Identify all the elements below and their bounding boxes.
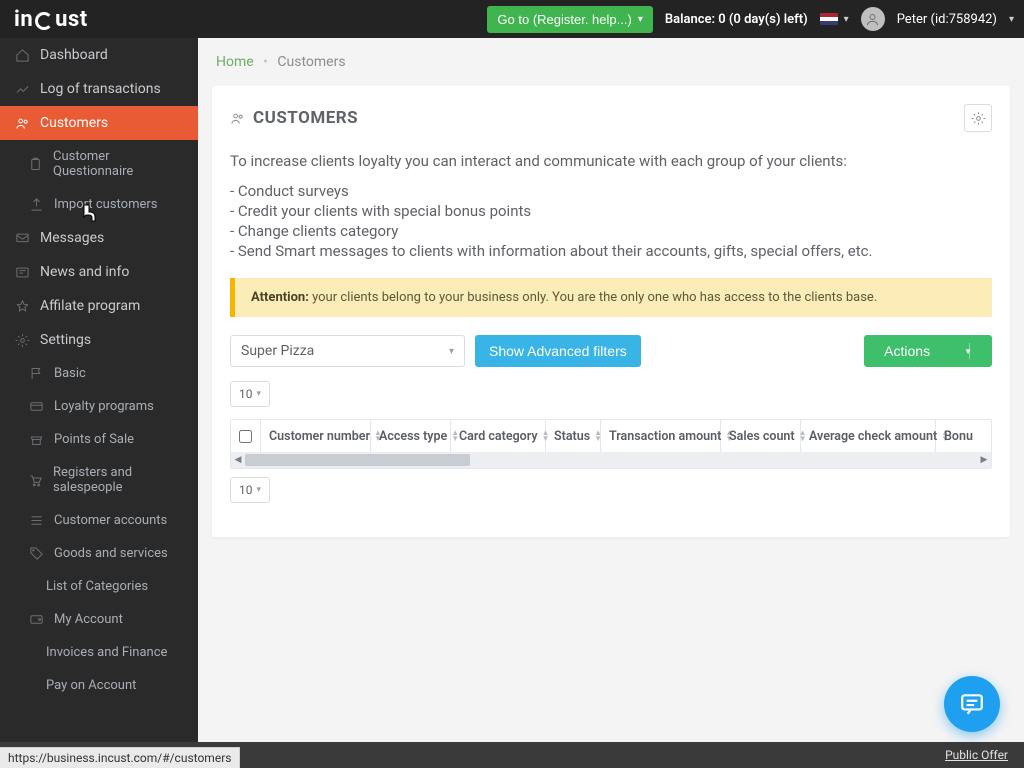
scroll-right-icon[interactable]: ▶ [977, 455, 991, 465]
wallet-icon [28, 612, 44, 627]
table-horizontal-scrollbar[interactable]: ◀ ▶ [231, 452, 991, 468]
star-icon [14, 299, 30, 314]
flag-icon [28, 366, 44, 381]
col-sales-count[interactable]: Sales count▲▼ [721, 420, 801, 452]
col-access-type[interactable]: Access type▲▼ [371, 420, 451, 452]
attention-alert: Attention: your clients belong to your b… [230, 278, 992, 317]
breadcrumb-separator: • [263, 54, 268, 70]
sidebar-item-log-transactions[interactable]: Log of transactions [0, 72, 198, 106]
page-title: CUSTOMERS [230, 108, 358, 128]
store-icon [28, 432, 44, 447]
language-flag-icon[interactable] [820, 13, 838, 25]
sidebar-item-goods-services[interactable]: Goods and services [0, 537, 198, 570]
chart-icon [14, 82, 30, 97]
news-icon [14, 265, 30, 280]
col-status[interactable]: Status▲▼ [546, 420, 601, 452]
home-icon [14, 48, 30, 63]
sidebar-item-settings[interactable]: Settings [0, 323, 198, 357]
customers-panel: CUSTOMERS To increase clients loyalty yo… [212, 86, 1010, 537]
sidebar-item-import-customers[interactable]: Import customers [0, 188, 198, 221]
intro-bullets: - Conduct surveys - Credit your clients … [230, 182, 992, 260]
public-offer-link[interactable]: Public Offer [945, 748, 1008, 762]
caret-down-icon: ▼ [964, 347, 972, 356]
username[interactable]: Peter (id:758942) [897, 12, 997, 27]
select-all-checkbox[interactable] [239, 430, 252, 443]
page-size-select-top[interactable]: 10 ▾ [230, 381, 270, 407]
users-icon [230, 111, 245, 126]
cart-icon [28, 473, 43, 488]
sidebar-item-registers[interactable]: Registers and salespeople [0, 456, 198, 504]
actions-button[interactable]: Actions ▼ [864, 335, 992, 367]
scroll-thumb[interactable] [245, 454, 470, 466]
sidebar-item-news-info[interactable]: News and info [0, 255, 198, 289]
col-bonus[interactable]: Bonu [936, 420, 991, 452]
chat-icon [959, 691, 985, 717]
intro-text: To increase clients loyalty you can inte… [230, 152, 992, 170]
col-transaction-amount[interactable]: Transaction amount▲▼ [601, 420, 721, 452]
breadcrumb-current: Customers [277, 54, 345, 70]
goto-label: Go to (Register. help...) [497, 12, 631, 27]
upload-icon [28, 197, 44, 212]
chat-fab-button[interactable] [944, 676, 1000, 732]
sidebar-item-basic[interactable]: Basic [0, 357, 198, 390]
balance-text: Balance: 0 (0 day(s) left) [665, 12, 808, 27]
scroll-track[interactable] [245, 454, 977, 466]
sidebar-item-my-account[interactable]: My Account [0, 603, 198, 636]
sidebar-item-dashboard[interactable]: Dashboard [0, 38, 198, 72]
tag-icon [28, 546, 44, 561]
browser-status-bar: https://business.incust.com/#/customers [0, 747, 240, 768]
sidebar-item-affiliate[interactable]: Affilate program [0, 289, 198, 323]
chevron-down-icon: ▾ [449, 346, 454, 357]
sidebar-item-invoices-finance[interactable]: Invoices and Finance [0, 636, 198, 669]
table-header-row: Customer number▲▼ Access type▲▼ Card cat… [231, 420, 991, 452]
brand-logo: inust [0, 7, 198, 32]
col-avg-check-amount[interactable]: Average check amount▲▼ [801, 420, 936, 452]
avatar[interactable] [861, 7, 885, 31]
users-icon [14, 116, 30, 131]
panel-settings-button[interactable] [964, 104, 992, 132]
message-icon [14, 231, 30, 246]
gear-icon [14, 333, 30, 348]
breadcrumb: Home • Customers [212, 38, 1010, 86]
sidebar-item-points-of-sale[interactable]: Points of Sale [0, 423, 198, 456]
customers-table: Customer number▲▼ Access type▲▼ Card cat… [230, 419, 992, 469]
business-dropdown[interactable]: Super Pizza ▾ [230, 335, 465, 367]
sidebar: Dashboard Log of transactions Customers … [0, 38, 198, 768]
user-icon [865, 12, 880, 27]
sidebar-item-list-categories[interactable]: List of Categories [0, 570, 198, 603]
breadcrumb-home[interactable]: Home [216, 54, 254, 70]
chevron-down-icon[interactable]: ▾ [844, 14, 849, 25]
list-icon [28, 513, 44, 528]
col-card-category[interactable]: Card category▲▼ [451, 420, 546, 452]
goto-button[interactable]: Go to (Register. help...) ▾ [487, 6, 652, 33]
clipboard-icon [28, 157, 43, 172]
gear-icon [971, 111, 986, 126]
chevron-down-icon: ▾ [257, 389, 262, 399]
topbar: inust Go to (Register. help...) ▾ Balanc… [0, 0, 1024, 38]
chevron-down-icon[interactable]: ▾ [1009, 14, 1014, 25]
scroll-left-icon[interactable]: ◀ [231, 455, 245, 465]
sidebar-item-customer-accounts[interactable]: Customer accounts [0, 504, 198, 537]
chevron-down-icon: ▾ [638, 14, 643, 25]
card-icon [28, 399, 44, 414]
sidebar-item-pay-on-account[interactable]: Pay on Account [0, 669, 198, 702]
chevron-down-icon: ▾ [257, 485, 262, 495]
sidebar-item-customer-questionnaire[interactable]: Customer Questionnaire [0, 140, 198, 188]
sidebar-item-loyalty-programs[interactable]: Loyalty programs [0, 390, 198, 423]
select-all-cell [231, 420, 261, 452]
col-customer-number[interactable]: Customer number▲▼ [261, 420, 371, 452]
page-size-select-bottom[interactable]: 10 ▾ [230, 477, 270, 503]
show-advanced-filters-button[interactable]: Show Advanced filters [475, 335, 641, 367]
logo-c-icon [35, 12, 53, 30]
main-content: Home • Customers CUSTOMERS To increase c… [198, 38, 1024, 768]
sidebar-item-messages[interactable]: Messages [0, 221, 198, 255]
sidebar-item-customers[interactable]: Customers [0, 106, 198, 140]
